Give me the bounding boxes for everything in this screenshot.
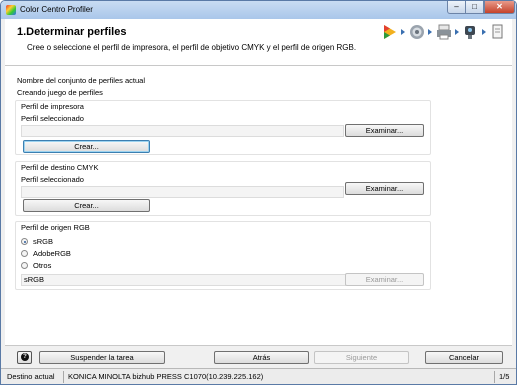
- rgb-profile-group: Perfil de origen RGB sRGB AdobeRGB Otros…: [15, 221, 431, 290]
- radio-label: Otros: [33, 261, 52, 270]
- status-label: Destino actual: [7, 372, 55, 381]
- step-header: 1.Determinar perfiles Cree o seleccione …: [5, 19, 512, 66]
- back-button[interactable]: Atrás: [214, 351, 309, 364]
- step-description: Cree o seleccione el perfil de impresora…: [27, 43, 357, 52]
- status-device: KONICA MINOLTA bizhub PRESS C1070(10.239…: [68, 372, 264, 381]
- radio-button[interactable]: [21, 238, 28, 245]
- close-button[interactable]: ✕: [484, 1, 515, 14]
- suspend-task-button[interactable]: Suspender la tarea: [39, 351, 165, 364]
- cancel-button[interactable]: Cancelar: [425, 351, 503, 364]
- maximize-button[interactable]: □: [465, 1, 484, 14]
- radio-button[interactable]: [21, 250, 28, 257]
- radio-button[interactable]: [21, 262, 28, 269]
- measure-icon: [465, 26, 475, 39]
- step-title: 1.Determinar perfiles: [17, 26, 127, 38]
- step-arrow-icon: [482, 29, 486, 35]
- cmyk-browse-button[interactable]: Examinar...: [345, 182, 424, 195]
- cmyk-selected-label: Perfil seleccionado: [21, 175, 84, 184]
- printer-profile-group-label: Perfil de impresora: [21, 102, 84, 111]
- status-divider: [63, 371, 64, 383]
- rgb-profile-group-label: Perfil de origen RGB: [21, 223, 90, 232]
- cmyk-profile-field: [21, 186, 344, 198]
- step-arrow-icon: [455, 29, 459, 35]
- step-arrow-icon: [401, 29, 405, 35]
- step-arrow-icon: [428, 29, 432, 35]
- window-title: Color Centro Profiler: [20, 5, 93, 14]
- status-bar: Destino actual KONICA MINOLTA bizhub PRE…: [1, 368, 516, 384]
- radio-label: sRGB: [33, 237, 54, 246]
- cmyk-profile-group-label: Perfil de destino CMYK: [21, 163, 99, 172]
- step-determine-icon: [384, 25, 396, 39]
- app-logo-icon: [6, 5, 16, 15]
- title-bar[interactable]: Color Centro Profiler – □ ✕: [1, 1, 516, 19]
- printer-profile-group: Perfil de impresora Perfil seleccionado …: [15, 100, 431, 155]
- cmyk-create-button[interactable]: Crear...: [23, 199, 150, 212]
- profiler-window: Color Centro Profiler – □ ✕ 1.Determinar…: [0, 0, 517, 385]
- status-divider: [494, 371, 495, 383]
- finish-icon: [492, 24, 503, 39]
- help-button[interactable]: ?: [17, 351, 32, 364]
- minimize-button[interactable]: –: [447, 1, 466, 14]
- radio-label: AdobeRGB: [33, 249, 71, 258]
- next-button[interactable]: Siguiente: [314, 351, 409, 364]
- profile-set-label: Nombre del conjunto de perfiles actual: [17, 76, 145, 85]
- settings-gear-icon: [410, 25, 424, 39]
- help-icon: ?: [21, 353, 29, 361]
- printer-icon: [437, 24, 451, 40]
- rgb-browse-button[interactable]: Examinar...: [345, 273, 424, 286]
- printer-create-button[interactable]: Crear...: [23, 140, 150, 153]
- profiles-panel: Nombre del conjunto de perfiles actual C…: [5, 66, 512, 346]
- rgb-profile-field: sRGB: [21, 274, 346, 286]
- status-page: 1/5: [499, 372, 510, 381]
- printer-selected-label: Perfil seleccionado: [21, 114, 84, 123]
- cmyk-profile-group: Perfil de destino CMYK Perfil selecciona…: [15, 161, 431, 216]
- printer-profile-field: [21, 125, 344, 137]
- printer-browse-button[interactable]: Examinar...: [345, 124, 424, 137]
- profile-set-value: Creando juego de perfiles: [17, 88, 103, 97]
